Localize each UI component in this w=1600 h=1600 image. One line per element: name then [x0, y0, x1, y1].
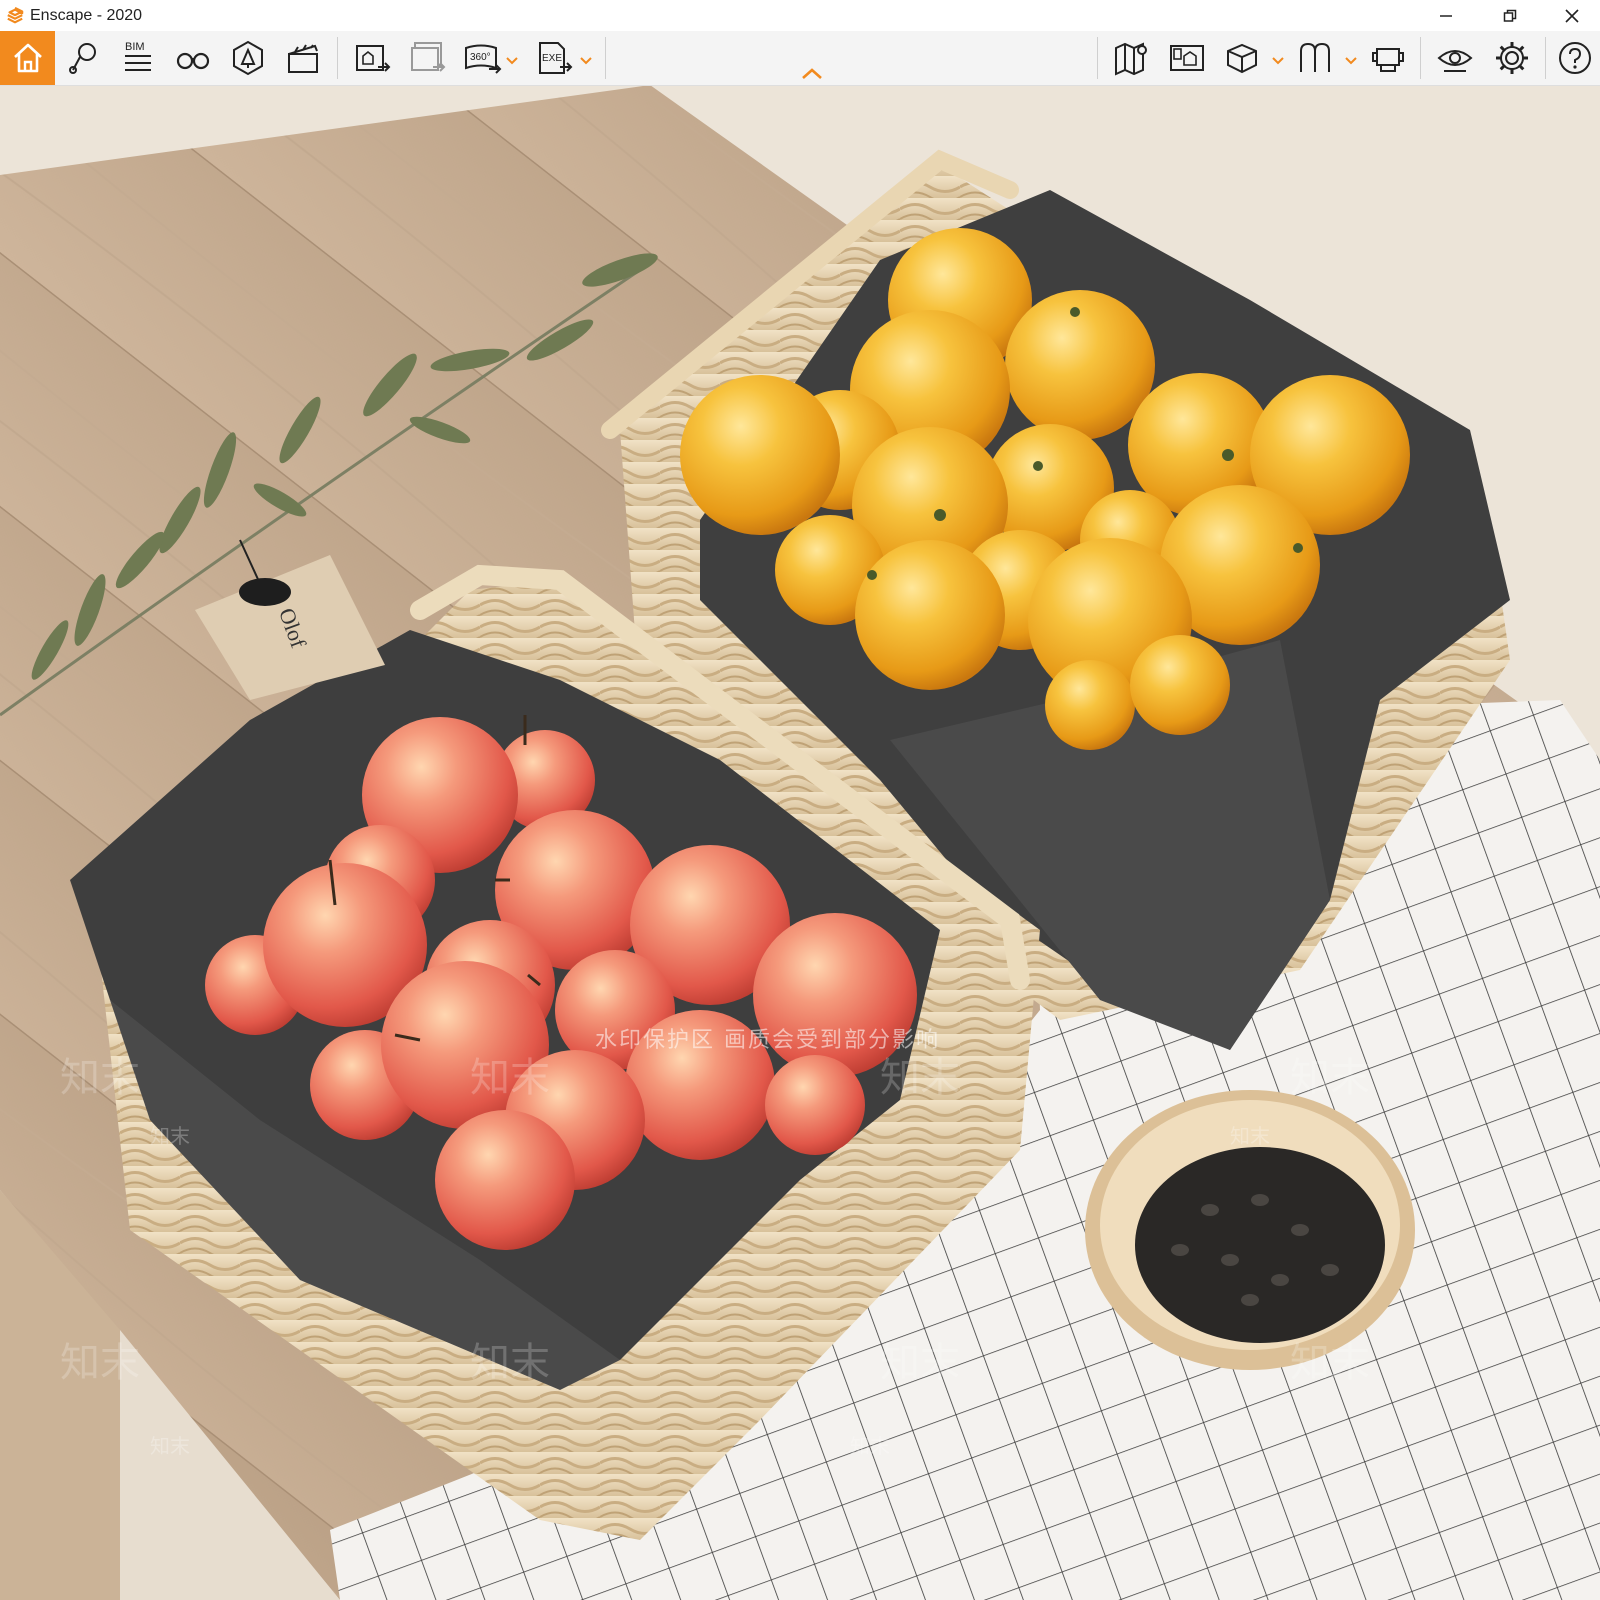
- toolbar-separator: [1420, 37, 1421, 79]
- binoculars-icon: [176, 52, 210, 70]
- enscape-logo-icon: [7, 6, 24, 23]
- watermark-logo-8: 知末: [1290, 1340, 1370, 1386]
- watermark-logo-2: 知末: [470, 1055, 550, 1101]
- chevron-up-icon: [802, 68, 822, 79]
- toolbar-separator: [1097, 37, 1098, 79]
- panorama-360-icon: 360°: [465, 44, 502, 74]
- restore-button[interactable]: [1482, 0, 1538, 31]
- exe-export-button[interactable]: EXE: [530, 31, 580, 85]
- minimize-icon: [1440, 14, 1452, 17]
- toolbar-separator: [1545, 37, 1546, 79]
- restore-icon: [1503, 9, 1517, 22]
- map-icon: [1115, 42, 1147, 76]
- vr-headset-icon: [1372, 48, 1404, 72]
- watermark-logo-small-3: 知末: [150, 1434, 190, 1458]
- sync-views-icon: [1300, 42, 1330, 72]
- toolbar-separator: [337, 37, 338, 79]
- visual-settings-button[interactable]: [1430, 31, 1480, 85]
- watermark-logo-small-4: 知末: [850, 1434, 890, 1458]
- sync-views-button[interactable]: [1290, 31, 1340, 85]
- help-button[interactable]: [1552, 31, 1598, 85]
- asset-library-button[interactable]: [223, 31, 273, 85]
- watermark-logo-3: 知末: [880, 1055, 960, 1101]
- location-pin-icon: [69, 43, 96, 74]
- watermark-logo-7: 知末: [880, 1340, 960, 1386]
- watermark-logo-1: 知末: [60, 1055, 140, 1101]
- gear-icon: [1496, 42, 1528, 74]
- views-button[interactable]: [58, 31, 108, 85]
- window-title: Enscape - 2020: [30, 6, 143, 24]
- video-editor-button[interactable]: [278, 31, 328, 85]
- chevron-down-icon: [1272, 57, 1284, 65]
- chevron-down-icon: [1345, 57, 1357, 65]
- view-management-icon: [1170, 45, 1204, 71]
- cube-icon: [1227, 43, 1257, 74]
- vr-headset-button[interactable]: [1363, 31, 1413, 85]
- collapse-toolbar-button[interactable]: [801, 67, 823, 85]
- home-icon: [13, 43, 42, 73]
- map-button[interactable]: [1107, 31, 1157, 85]
- batch-export-icon: [411, 42, 446, 72]
- clapper-icon: [288, 44, 318, 73]
- eye-icon: [1437, 50, 1473, 72]
- bim-button[interactable]: BIM: [113, 31, 163, 85]
- exe-dropdown-button[interactable]: [580, 53, 592, 71]
- chevron-down-icon: [580, 57, 592, 65]
- watermark-logo-4: 知末: [1290, 1055, 1370, 1101]
- watermark-logo-6: 知末: [470, 1340, 550, 1386]
- object-button[interactable]: [1217, 31, 1267, 85]
- toolbar-separator: [605, 37, 606, 79]
- screenshot-button[interactable]: [348, 31, 398, 85]
- panorama-dropdown-button[interactable]: [506, 53, 518, 71]
- title-bar: Enscape - 2020: [0, 0, 1600, 31]
- screenshot-export-icon: [356, 45, 391, 72]
- enscape-toolbar: BIM 360° EXE: [0, 31, 1600, 86]
- minimize-button[interactable]: [1418, 0, 1474, 31]
- binoculars-button[interactable]: [168, 31, 218, 85]
- close-icon: [1565, 8, 1579, 23]
- exe-label: EXE: [542, 53, 562, 64]
- batch-render-button[interactable]: [403, 31, 453, 85]
- chevron-down-icon: [506, 57, 518, 65]
- exe-export-icon: EXE: [539, 42, 573, 74]
- panorama-label: 360°: [470, 52, 491, 63]
- bim-label: BIM: [125, 41, 145, 53]
- home-button[interactable]: [0, 31, 55, 85]
- settings-button[interactable]: [1487, 31, 1537, 85]
- object-dropdown-button[interactable]: [1272, 53, 1284, 71]
- watermark-logo-small-2: 知末: [1230, 1124, 1270, 1148]
- asset-library-icon: [233, 40, 263, 76]
- view-management-button[interactable]: [1162, 31, 1212, 85]
- sync-views-dropdown-button[interactable]: [1345, 53, 1357, 71]
- panorama-button[interactable]: 360°: [458, 31, 508, 85]
- bim-icon: BIM: [125, 41, 151, 71]
- watermark-logo-small-1: 知末: [150, 1124, 190, 1148]
- help-icon: [1559, 42, 1591, 74]
- close-button[interactable]: [1544, 0, 1600, 31]
- watermark-logo-5: 知末: [60, 1340, 140, 1386]
